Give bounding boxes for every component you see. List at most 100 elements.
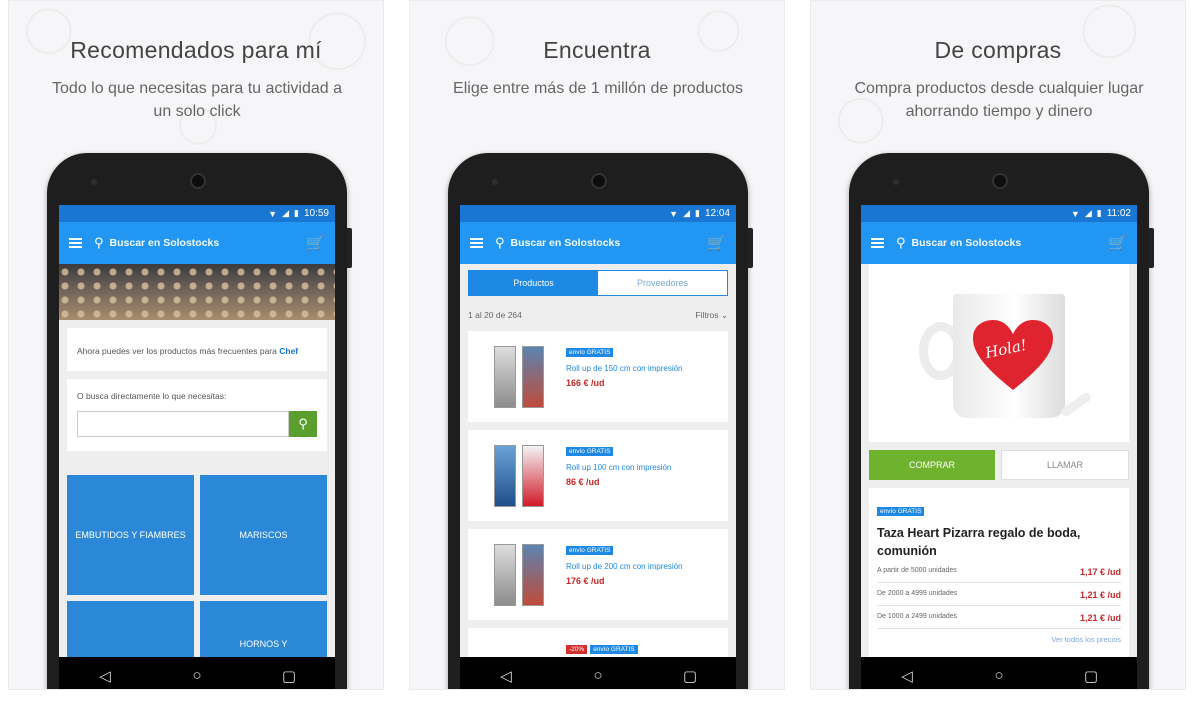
call-button[interactable]: LLAMAR [1001,450,1129,480]
battery-icon: ▮ [695,208,700,218]
tab-products[interactable]: Productos [469,271,598,295]
battery-icon: ▮ [294,208,299,218]
category-tile[interactable]: EMBUTIDOS Y FIAMBRES [67,475,194,595]
see-all-prices-link[interactable]: Ver todos los precios [877,635,1121,644]
price-tier-value: 1,21 € /ud [1079,613,1121,623]
panel-subtitle: Elige entre más de 1 millón de productos [453,80,743,97]
chevron-down-icon: ⌄ [720,310,728,320]
background-decoration [837,4,1137,144]
free-shipping-badge: envío GRATIS [877,507,925,516]
speaker [492,179,498,185]
action-buttons: COMPRAR LLAMAR [869,450,1129,480]
recents-icon[interactable]: ▢ [670,667,710,685]
menu-icon[interactable] [470,238,483,248]
category-tile[interactable]: MARISCOS [200,475,327,595]
free-shipping-badge: envío GRATIS [590,645,638,654]
buy-button[interactable]: COMPRAR [869,450,995,480]
search-input[interactable]: Buscar en Solostocks [110,237,307,249]
search-button[interactable]: ⚲ [289,411,317,437]
product-image: Hola! [869,264,1129,442]
power-button [1149,228,1154,268]
front-camera [190,173,206,189]
panel-title: Recomendados para mí [70,37,322,63]
recents-icon[interactable]: ▢ [1071,667,1111,685]
product-image [476,440,562,511]
battery-icon: ▮ [1096,208,1102,218]
status-bar: ▼ ◢ ▮ 11:02 [861,205,1137,222]
price-row: De 1000 a 2499 unidades 1,21 € /ud [877,606,1121,629]
search-icon[interactable]: ⚲ [896,235,906,251]
cart-icon[interactable]: 🛒 [707,234,726,252]
product-card[interactable]: envío GRATIS Roll up de 150 cm con impre… [468,331,728,422]
search-input[interactable]: Buscar en Solostocks [511,237,708,249]
mug-text-wrap: Hola! [973,320,1053,392]
profile-link[interactable]: Chef [279,346,298,356]
price-tier-value: 1,17 € /ud [1079,567,1121,577]
product-card[interactable]: -20% envío GRATIS [468,628,728,657]
product-price: 86 € /ud [566,477,600,487]
search-icon[interactable]: ⚲ [94,235,104,251]
recents-icon[interactable]: ▢ [269,667,309,685]
product-name[interactable]: Roll up de 150 cm con impresión [566,364,720,373]
panel-shopping: De compras Compra productos desde cualqu… [810,0,1186,690]
results-bar: 1 al 20 de 264 Filtros ⌄ [468,310,728,321]
cart-icon[interactable]: 🛒 [1108,234,1127,252]
free-shipping-badge: envío GRATIS [566,348,614,357]
product-name[interactable]: Roll up de 200 cm con impresión [566,562,720,571]
android-nav-bar: ◁ ○ ▢ [861,657,1137,689]
speaker [893,179,899,185]
product-image [476,539,562,610]
cart-icon[interactable]: 🛒 [306,234,325,252]
search-input[interactable]: Buscar en Solostocks [912,237,1109,249]
menu-icon[interactable] [871,238,884,248]
phone-frame: ▼ ◢ ▮ 10:59 ⚲ Buscar en Solostocks 🛒 Aho… [47,153,352,689]
back-icon[interactable]: ◁ [486,667,526,685]
search-field[interactable] [77,411,289,437]
product-title: Taza Heart Pizarra regalo de boda, comun… [877,526,1081,558]
front-camera [992,173,1008,189]
price-row: De 2000 a 4999 unidades 1,21 € /ud [877,583,1121,606]
store-screenshots: Recomendados para mí Todo lo que necesit… [0,0,1200,714]
phone-frame: ▼ ◢ ▮ 11:02 ⚲ Buscar en Solostocks 🛒 Hol… [849,153,1154,689]
category-tile[interactable]: HORNOS Y [200,601,327,657]
search-prompt: O busca directamente lo que necesitas: [77,391,227,401]
discount-badge: -20% [566,645,588,654]
results-count: 1 al 20 de 264 [468,310,522,320]
product-detail-card: envío GRATIS Taza Heart Pizarra regalo d… [869,488,1129,657]
power-button [347,228,352,268]
signal-icon: ◢ [1084,208,1092,218]
app-bar: ⚲ Buscar en Solostocks 🛒 [460,222,736,264]
panel-title: De compras [934,37,1062,63]
home-icon[interactable]: ○ [578,667,618,684]
phone-screen: ▼ ◢ ▮ 11:02 ⚲ Buscar en Solostocks 🛒 Hol… [861,205,1137,657]
front-camera [591,173,607,189]
signal-icon: ◢ [683,208,691,218]
menu-icon[interactable] [69,238,82,248]
search-card: O busca directamente lo que necesitas: ⚲ [67,379,327,451]
back-icon[interactable]: ◁ [887,667,927,685]
recommendation-card: Ahora puedes ver los productos más frecu… [67,328,327,371]
wifi-icon: ▼ [669,208,679,219]
status-time: 10:59 [303,208,329,219]
product-card[interactable]: envío GRATIS Roll up 100 cm con impresió… [468,430,728,521]
search-icon[interactable]: ⚲ [495,235,505,251]
product-name[interactable]: Roll up 100 cm con impresión [566,463,720,472]
free-shipping-badge: envío GRATIS [566,546,614,555]
tab-suppliers[interactable]: Proveedores [598,271,727,295]
category-tile[interactable] [67,601,194,657]
filters-button[interactable]: Filtros ⌄ [695,310,728,321]
intro-text: Ahora puedes ver los productos más frecu… [77,346,280,356]
price-row: A partir de 5000 unidades 1,17 € /ud [877,560,1121,583]
home-icon[interactable]: ○ [979,667,1019,684]
product-price: 166 € /ud [566,378,605,388]
status-time: 12:04 [704,208,730,219]
status-bar: ▼ ◢ ▮ 10:59 [59,205,335,222]
home-icon[interactable]: ○ [177,667,217,684]
status-time: 11:02 [1106,208,1131,219]
panel-find: Encuentra Elige entre más de 1 millón de… [409,0,785,690]
product-card[interactable]: envío GRATIS Roll up de 200 cm con impre… [468,529,728,620]
wifi-icon: ▼ [268,208,278,219]
back-icon[interactable]: ◁ [85,667,125,685]
search-icon: ⚲ [298,416,308,431]
phone-frame: ▼ ◢ ▮ 12:04 ⚲ Buscar en Solostocks 🛒 Pro… [448,153,753,689]
